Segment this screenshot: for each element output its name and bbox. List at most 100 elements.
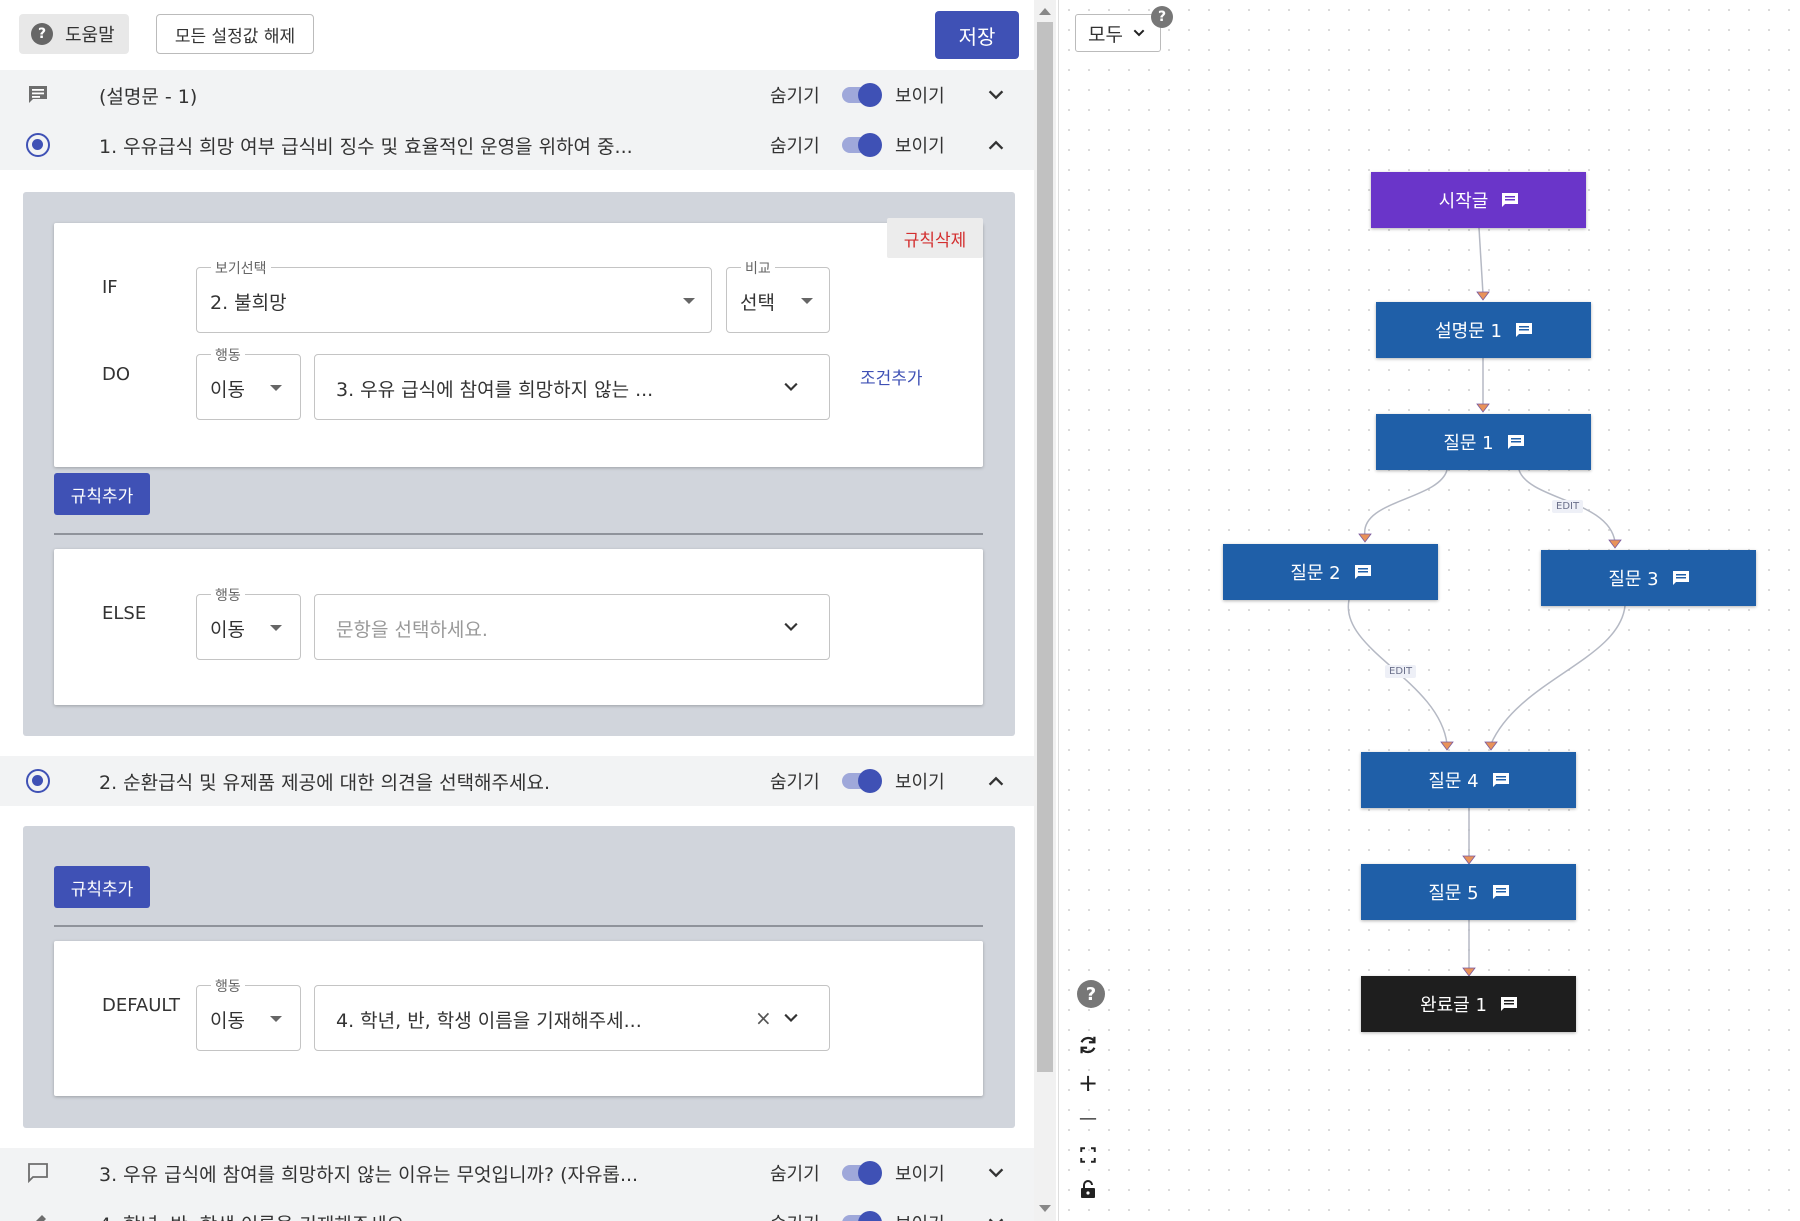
comment-outline-icon	[28, 1163, 48, 1184]
clear-icon[interactable]: ×	[755, 1006, 772, 1030]
radio-icon	[26, 769, 50, 793]
help-icon: ?	[31, 23, 53, 45]
node-question[interactable]: 질문 1	[1376, 414, 1591, 470]
chevron-up-icon[interactable]	[985, 770, 1007, 792]
chevron-down-icon	[784, 1013, 798, 1023]
caret-down-icon	[801, 298, 813, 304]
action-select[interactable]: 행동 이동	[196, 345, 301, 420]
else-target-select[interactable]: 문항을 선택하세요.	[314, 594, 830, 660]
node-question[interactable]: 질문 2	[1223, 544, 1438, 600]
lock-icon[interactable]	[1073, 1174, 1103, 1204]
node-end[interactable]: 완료글 1	[1361, 976, 1576, 1032]
node-label: 설명문 1	[1435, 321, 1502, 342]
hide-label: 숨기기	[770, 1210, 820, 1221]
graph-help-icon[interactable]: ?	[1077, 980, 1105, 1008]
radio-icon	[26, 133, 50, 157]
choice-select[interactable]: 보기선택 2. 불희망	[196, 258, 712, 333]
action-label: 행동	[211, 345, 245, 365]
question-row[interactable]: 2. 순환급식 및 유제품 제공에 대한 의견을 선택해주세요. 숨기기 보이기	[0, 756, 1034, 806]
divider	[54, 925, 983, 927]
caret-down-icon	[683, 298, 695, 304]
node-label: 질문 4	[1428, 771, 1479, 792]
rule-block: IF 보기선택 2. 불희망 비교 선택 DO 행동 이동 3. 우유 급식에 …	[23, 192, 1015, 736]
visibility-toggle[interactable]	[842, 1161, 882, 1185]
row-title: 4. 학년, 반, 학생 이름을 기재해주세요.	[99, 1210, 410, 1221]
row-title: 1. 우유급식 희망 여부 급식비 징수 및 효율적인 운영을 위하여 중...	[99, 135, 633, 158]
else-rule-card: ELSE 행동 이동 문항을 선택하세요.	[54, 549, 983, 705]
visibility-toggle[interactable]	[842, 83, 882, 107]
pencil-icon	[36, 1215, 46, 1221]
action-value: 이동	[210, 619, 245, 641]
show-label: 보이기	[895, 1210, 945, 1221]
delete-rule-button[interactable]: 규칙삭제	[887, 218, 983, 258]
scroll-up-icon[interactable]	[1039, 8, 1051, 15]
else-keyword: ELSE	[102, 603, 147, 624]
refresh-icon[interactable]	[1073, 1030, 1103, 1060]
node-question[interactable]: 질문 4	[1361, 752, 1576, 808]
choice-value: 2. 불희망	[210, 292, 287, 314]
divider	[54, 533, 983, 535]
visibility-toggle[interactable]	[842, 769, 882, 793]
action-value: 이동	[210, 379, 245, 401]
node-label: 질문 3	[1608, 569, 1659, 590]
add-condition-link[interactable]: 조건추가	[860, 364, 923, 389]
node-question[interactable]: 질문 5	[1361, 864, 1576, 920]
action-label: 행동	[211, 585, 245, 605]
default-target-select[interactable]: 4. 학년, 반, 학생 이름을 기재해주세... ×	[314, 985, 830, 1051]
show-label: 보이기	[895, 86, 945, 107]
chevron-down-icon	[784, 382, 798, 392]
visibility-toggle[interactable]	[842, 133, 882, 157]
chevron-down-icon[interactable]	[985, 84, 1007, 106]
target-select[interactable]: 3. 우유 급식에 참여를 희망하지 않는 ...	[314, 354, 830, 420]
reset-all-button[interactable]: 모든 설정값 해제	[156, 14, 314, 54]
action-value: 이동	[210, 1010, 245, 1032]
scroll-thumb[interactable]	[1037, 22, 1053, 1072]
visibility-toggle[interactable]	[842, 1211, 882, 1221]
comment-icon	[1500, 997, 1517, 1011]
comment-icon	[1502, 193, 1519, 207]
save-button[interactable]: 저장	[935, 11, 1019, 59]
edge-edit-label[interactable]: EDIT	[1385, 665, 1417, 678]
else-action-select[interactable]: 행동 이동	[196, 585, 301, 660]
add-rule-button[interactable]: 규칙추가	[54, 473, 150, 515]
do-keyword: DO	[102, 364, 131, 385]
chevron-up-icon[interactable]	[985, 134, 1007, 156]
scrollbar[interactable]	[1034, 0, 1056, 1221]
hide-label: 숨기기	[770, 86, 820, 107]
fit-view-icon[interactable]	[1073, 1140, 1103, 1170]
choice-label: 보기선택	[211, 258, 271, 278]
default-keyword: DEFAULT	[102, 995, 180, 1016]
node-label: 완료글 1	[1420, 995, 1487, 1016]
question-row[interactable]: 4. 학년, 반, 학생 이름을 기재해주세요. 숨기기 보이기	[0, 1198, 1034, 1221]
chevron-down-icon[interactable]	[985, 1212, 1007, 1221]
zoom-out-icon[interactable]: —	[1073, 1103, 1103, 1133]
default-rule-card: DEFAULT 행동 이동 4. 학년, 반, 학생 이름을 기재해주세... …	[54, 941, 983, 1096]
show-label: 보이기	[895, 136, 945, 157]
zoom-in-icon[interactable]: +	[1073, 1068, 1103, 1098]
node-start[interactable]: 시작글	[1371, 172, 1586, 228]
compare-value: 선택	[740, 292, 775, 314]
node-question[interactable]: 질문 3	[1541, 550, 1756, 606]
row-title: 3. 우유 급식에 참여를 희망하지 않는 이유는 무엇입니까? (자유롭...	[99, 1163, 639, 1186]
chevron-down-icon[interactable]	[985, 1162, 1007, 1184]
action-label: 행동	[211, 976, 245, 996]
node-description[interactable]: 설명문 1	[1376, 302, 1591, 358]
help-button[interactable]: ? 도움말	[19, 14, 129, 54]
default-action-select[interactable]: 행동 이동	[196, 976, 301, 1051]
node-label: 질문 5	[1428, 883, 1479, 904]
question-row[interactable]: (설명문 - 1) 숨기기 보이기	[0, 70, 1034, 120]
show-label: 보이기	[895, 1164, 945, 1185]
comment-icon	[1672, 571, 1689, 585]
node-label: 시작글	[1438, 191, 1489, 212]
edge-edit-label[interactable]: EDIT	[1552, 500, 1584, 513]
compare-select[interactable]: 비교 선택	[726, 258, 830, 333]
scroll-down-icon[interactable]	[1039, 1205, 1051, 1212]
hide-label: 숨기기	[770, 136, 820, 157]
show-label: 보이기	[895, 772, 945, 793]
row-title: 2. 순환급식 및 유제품 제공에 대한 의견을 선택해주세요.	[99, 771, 551, 794]
question-row[interactable]: 1. 우유급식 희망 여부 급식비 징수 및 효율적인 운영을 위하여 중...…	[0, 120, 1034, 170]
add-rule-button[interactable]: 규칙추가	[54, 866, 150, 908]
question-row[interactable]: 3. 우유 급식에 참여를 희망하지 않는 이유는 무엇입니까? (자유롭...…	[0, 1148, 1034, 1198]
compare-label: 비교	[741, 258, 775, 278]
comment-icon	[1515, 323, 1532, 337]
